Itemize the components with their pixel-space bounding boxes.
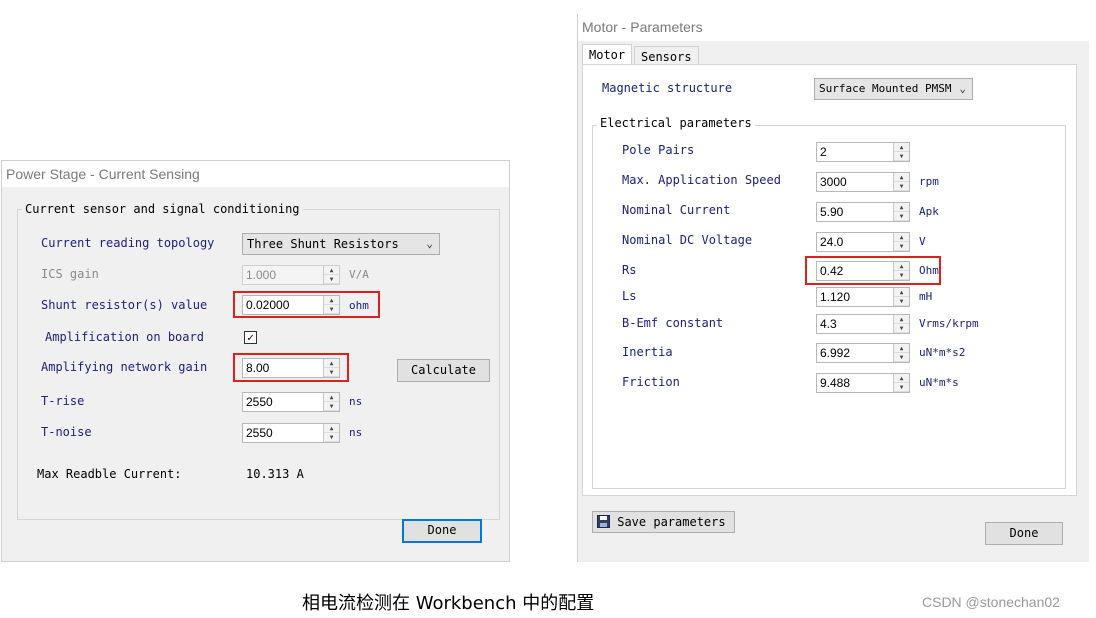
chevron-down-icon: ⌄ <box>426 237 433 250</box>
topology-value: Three Shunt Resistors <box>247 237 399 251</box>
param-label: Max. Application Speed <box>622 173 781 187</box>
param-unit: rpm <box>919 175 939 188</box>
max-current-value: 10.313 A <box>246 467 304 481</box>
current-sensing-window: Power Stage - Current Sensing Current se… <box>1 160 510 562</box>
amp-gain-label: Amplifying network gain <box>41 360 208 374</box>
tnoise-label: T-noise <box>41 425 92 439</box>
watermark: CSDN @stonechan02 <box>922 594 1060 610</box>
trise-value: 2550 <box>246 395 273 409</box>
param-stepper[interactable]: ▲ ▼ <box>893 374 909 392</box>
param-unit: uN*m*s <box>919 376 959 389</box>
trise-unit: ns <box>349 395 363 408</box>
param-label: Pole Pairs <box>622 143 695 157</box>
shunt-label: Shunt resistor(s) value <box>41 298 208 312</box>
param-value: 3000 <box>820 175 847 189</box>
param-field[interactable]: 5.90 ▲ ▼ <box>816 202 910 222</box>
param-value: 4.3 <box>820 317 837 331</box>
param-label: Inertia <box>622 345 673 359</box>
topology-label: Current reading topology <box>41 236 215 250</box>
param-field[interactable]: 1.120 ▲ ▼ <box>816 287 910 307</box>
shunt-highlight <box>233 291 380 318</box>
ics-gain-label: ICS gain <box>41 267 99 281</box>
ics-gain-unit: V/A <box>349 268 369 281</box>
param-field[interactable]: 3000 ▲ ▼ <box>816 172 910 192</box>
param-value: 9.488 <box>820 376 851 390</box>
magnetic-select[interactable]: Surface Mounted PMSM ⌄ <box>814 78 973 100</box>
motor-parameters-window: Motor - Parameters Motor Sensors Magneti… <box>577 14 1089 562</box>
param-field[interactable]: 9.488 ▲ ▼ <box>816 373 910 393</box>
param-label: Friction <box>622 375 680 389</box>
param-stepper[interactable]: ▲ ▼ <box>893 143 909 161</box>
window-title: Motor - Parameters <box>578 14 1089 41</box>
amp-board-checkbox[interactable]: ✓ <box>244 331 257 344</box>
param-value: 24.0 <box>820 235 844 249</box>
trise-stepper[interactable]: ▲ ▼ <box>323 393 339 411</box>
electrical-group-label: Electrical parameters <box>597 116 755 130</box>
param-value: 1.120 <box>820 290 851 304</box>
figure-caption: 相电流检测在 Workbench 中的配置 <box>302 593 595 614</box>
param-label: Rs <box>622 263 637 277</box>
param-label: B-Emf constant <box>622 316 724 330</box>
param-stepper[interactable]: ▲ ▼ <box>893 203 909 221</box>
param-unit: Apk <box>919 205 939 218</box>
trise-field[interactable]: 2550 ▲ ▼ <box>242 392 340 412</box>
param-unit: V <box>919 235 926 248</box>
param-stepper[interactable]: ▲ ▼ <box>893 344 909 362</box>
param-field[interactable]: 2 ▲ ▼ <box>816 142 910 162</box>
calculate-button[interactable]: Calculate <box>397 359 490 382</box>
topology-select[interactable]: Three Shunt Resistors ⌄ <box>242 233 440 255</box>
magnetic-value: Surface Mounted PMSM <box>819 82 952 95</box>
param-value: 6.992 <box>820 346 851 360</box>
trise-label: T-rise <box>41 394 85 408</box>
param-value: 2 <box>820 145 827 159</box>
ics-gain-field: 1.000 ▲ ▼ <box>242 265 340 285</box>
param-label: Nominal DC Voltage <box>622 233 753 247</box>
param-field[interactable]: 6.992 ▲ ▼ <box>816 343 910 363</box>
param-label: Nominal Current <box>622 203 731 217</box>
param-unit: Vrms/krpm <box>919 317 979 330</box>
param-stepper[interactable]: ▲ ▼ <box>893 315 909 333</box>
chevron-down-icon: ⌄ <box>959 82 966 95</box>
param-unit: uN*m*s2 <box>919 346 966 359</box>
floppy-disk-icon <box>597 515 610 528</box>
param-stepper[interactable]: ▲ ▼ <box>893 233 909 251</box>
max-current-label: Max Readble Current: <box>37 467 182 481</box>
param-unit: mH <box>919 290 933 303</box>
rs-highlight <box>805 256 941 285</box>
tnoise-value: 2550 <box>246 426 273 440</box>
tab-motor[interactable]: Motor <box>582 44 633 64</box>
param-field[interactable]: 24.0 ▲ ▼ <box>816 232 910 252</box>
param-stepper[interactable]: ▲ ▼ <box>893 288 909 306</box>
param-stepper[interactable]: ▲ ▼ <box>893 173 909 191</box>
amp-board-label: Amplification on board <box>45 330 204 344</box>
magnetic-label: Magnetic structure <box>602 81 733 95</box>
ics-gain-value: 1.000 <box>246 268 277 282</box>
save-parameters-label: Save parameters <box>617 515 726 529</box>
tnoise-unit: ns <box>349 426 363 439</box>
param-label: Ls <box>622 289 637 303</box>
param-value: 5.90 <box>820 205 844 219</box>
done-button[interactable]: Done <box>985 522 1063 545</box>
param-field[interactable]: 4.3 ▲ ▼ <box>816 314 910 334</box>
done-button[interactable]: Done <box>402 519 482 543</box>
ics-gain-stepper: ▲ ▼ <box>323 266 339 284</box>
save-parameters-button[interactable]: Save parameters <box>592 511 735 533</box>
tab-sensors[interactable]: Sensors <box>634 46 699 64</box>
amp-gain-highlight <box>233 353 349 382</box>
tnoise-stepper[interactable]: ▲ ▼ <box>323 424 339 442</box>
window-title: Power Stage - Current Sensing <box>2 161 509 187</box>
tnoise-field[interactable]: 2550 ▲ ▼ <box>242 423 340 443</box>
sensor-group-label: Current sensor and signal conditioning <box>22 202 303 216</box>
